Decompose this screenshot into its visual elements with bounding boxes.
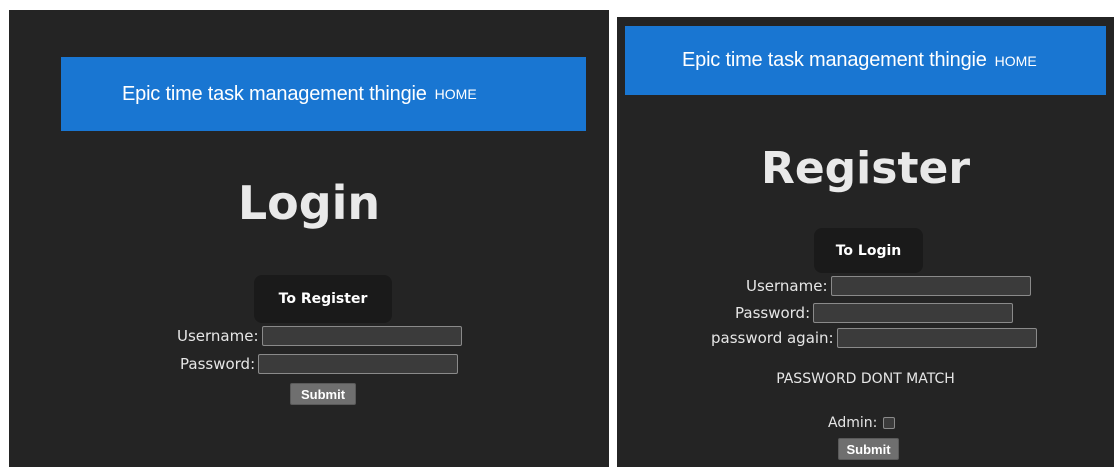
admin-checkbox[interactable] <box>883 417 896 429</box>
password-row: Password: <box>180 354 459 374</box>
username-input[interactable] <box>830 276 1031 296</box>
page-title: Login <box>237 176 381 230</box>
username-label: Username: <box>177 327 259 345</box>
admin-row: Admin: <box>828 415 896 431</box>
password-input[interactable] <box>813 303 1014 323</box>
password-input[interactable] <box>258 354 459 374</box>
to-login-button[interactable]: To Login <box>814 228 923 273</box>
login-header: Epic time task management thingie HOME <box>61 57 586 131</box>
password-again-input[interactable] <box>836 328 1037 348</box>
register-header: Epic time task management thingie HOME <box>625 26 1106 95</box>
password-label: Password: <box>735 304 811 322</box>
username-row: Username: <box>746 276 1031 296</box>
password-label: Password: <box>180 355 256 373</box>
submit-button[interactable]: Submit <box>838 438 899 460</box>
admin-label: Admin: <box>828 415 878 431</box>
password-again-row: password again: <box>711 328 1037 348</box>
username-label: Username: <box>746 277 828 295</box>
error-message: PASSWORD DONT MATCH <box>776 371 955 387</box>
page-title: Register <box>760 143 971 194</box>
brand-title: Epic time task management thingie <box>682 49 987 71</box>
username-row: Username: <box>177 326 462 346</box>
login-panel: Epic time task management thingie HOME L… <box>9 10 609 467</box>
to-register-button[interactable]: To Register <box>254 275 392 323</box>
brand-title: Epic time task management thingie <box>122 82 427 105</box>
home-link[interactable]: HOME <box>435 86 477 102</box>
username-input[interactable] <box>261 326 462 346</box>
register-panel: Epic time task management thingie HOME R… <box>617 17 1114 467</box>
home-link[interactable]: HOME <box>995 53 1037 69</box>
password-again-label: password again: <box>711 329 834 347</box>
password-row: Password: <box>735 303 1014 323</box>
submit-button[interactable]: Submit <box>290 383 356 405</box>
